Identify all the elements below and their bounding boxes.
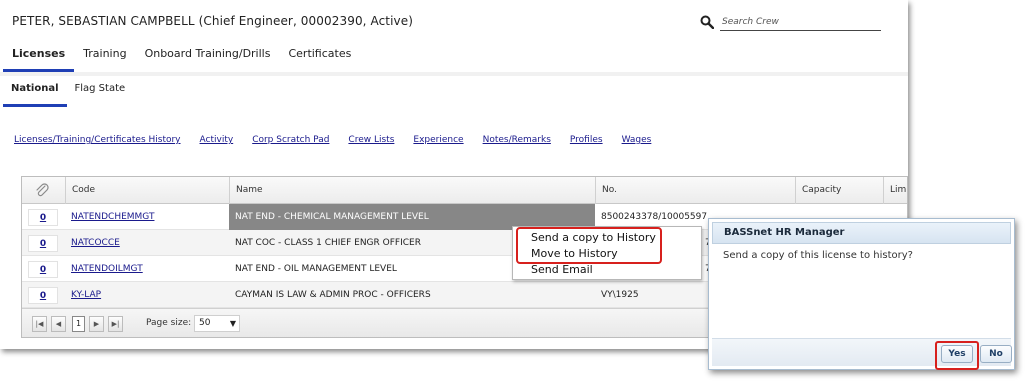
search-crew	[700, 14, 882, 32]
tab-licenses[interactable]: Licenses	[3, 40, 75, 72]
code-link[interactable]: KY-LAP	[71, 290, 101, 300]
link-wages[interactable]: Wages	[622, 135, 652, 145]
tab-onboard-training-drills[interactable]: Onboard Training/Drills	[136, 40, 280, 72]
code-link[interactable]: NATENDCHEMMGT	[71, 212, 154, 222]
page-size-value: 50	[199, 318, 211, 328]
attachment-count[interactable]: 0	[28, 261, 58, 278]
current-page[interactable]: 1	[72, 316, 85, 332]
link-profiles[interactable]: Profiles	[570, 135, 603, 145]
page-size-label: Page size:	[146, 318, 192, 328]
menu-move-to-history[interactable]: Move to History	[531, 247, 618, 260]
tab-certificates[interactable]: Certificates	[279, 40, 360, 72]
no-button[interactable]: No	[980, 345, 1012, 363]
tab-training[interactable]: Training	[74, 40, 135, 72]
crew-title: PETER, SEBASTIAN CAMPBELL (Chief Enginee…	[12, 14, 414, 28]
link-history[interactable]: Licenses/Training/Certificates History	[14, 135, 181, 145]
column-name[interactable]: Name	[229, 177, 595, 204]
chevron-down-icon: ▼	[229, 319, 236, 328]
grid-header: Code Name No. Capacity Lim	[22, 177, 907, 204]
search-crew-input[interactable]	[720, 14, 881, 31]
next-page-button[interactable]: ▶	[89, 316, 104, 332]
paperclip-icon	[36, 183, 49, 197]
page-size-select[interactable]: 50 ▼	[194, 315, 240, 332]
quick-links: Licenses/Training/Certificates History A…	[14, 135, 670, 145]
yes-button[interactable]: Yes	[941, 345, 973, 363]
link-crew-lists[interactable]: Crew Lists	[348, 135, 394, 145]
tab-flag-state[interactable]: Flag State	[67, 76, 134, 107]
tab-separator	[0, 72, 908, 76]
prev-page-button[interactable]: ◀	[51, 316, 66, 332]
column-capacity[interactable]: Capacity	[795, 177, 883, 204]
link-corp-scratch-pad[interactable]: Corp Scratch Pad	[252, 135, 329, 145]
code-link[interactable]: NATCOCCE	[71, 238, 120, 248]
attachment-count[interactable]: 0	[28, 287, 58, 304]
last-page-button[interactable]: ▶|	[108, 316, 123, 332]
confirm-dialog: BASSnet HR Manager Send a copy of this l…	[708, 218, 1015, 370]
link-experience[interactable]: Experience	[413, 135, 463, 145]
code-link[interactable]: NATENDOILMGT	[71, 264, 143, 274]
dialog-footer: Yes No	[712, 338, 1012, 366]
menu-send-copy-to-history[interactable]: Send a copy to History	[531, 231, 656, 244]
search-icon[interactable]	[700, 15, 714, 29]
tab-national[interactable]: National	[3, 76, 67, 107]
name-cell: CAYMAN IS LAW & ADMIN PROC - OFFICERS	[235, 290, 431, 300]
link-activity[interactable]: Activity	[200, 135, 234, 145]
column-no[interactable]: No.	[595, 177, 795, 204]
column-limitations[interactable]: Lim	[883, 177, 907, 204]
menu-send-email[interactable]: Send Email	[531, 263, 593, 276]
link-notes-remarks[interactable]: Notes/Remarks	[483, 135, 551, 145]
main-tabs: Licenses Training Onboard Training/Drill…	[3, 40, 360, 72]
attachment-count[interactable]: 0	[28, 209, 58, 226]
first-page-button[interactable]: |◀	[32, 316, 47, 332]
context-menu: Send a copy to History Move to History S…	[512, 226, 702, 280]
dialog-title: BASSnet HR Manager	[712, 222, 1011, 244]
dialog-message: Send a copy of this license to history?	[723, 250, 913, 261]
sub-tabs: National Flag State	[3, 76, 133, 107]
attachment-count[interactable]: 0	[28, 235, 58, 252]
column-code[interactable]: Code	[65, 177, 229, 204]
